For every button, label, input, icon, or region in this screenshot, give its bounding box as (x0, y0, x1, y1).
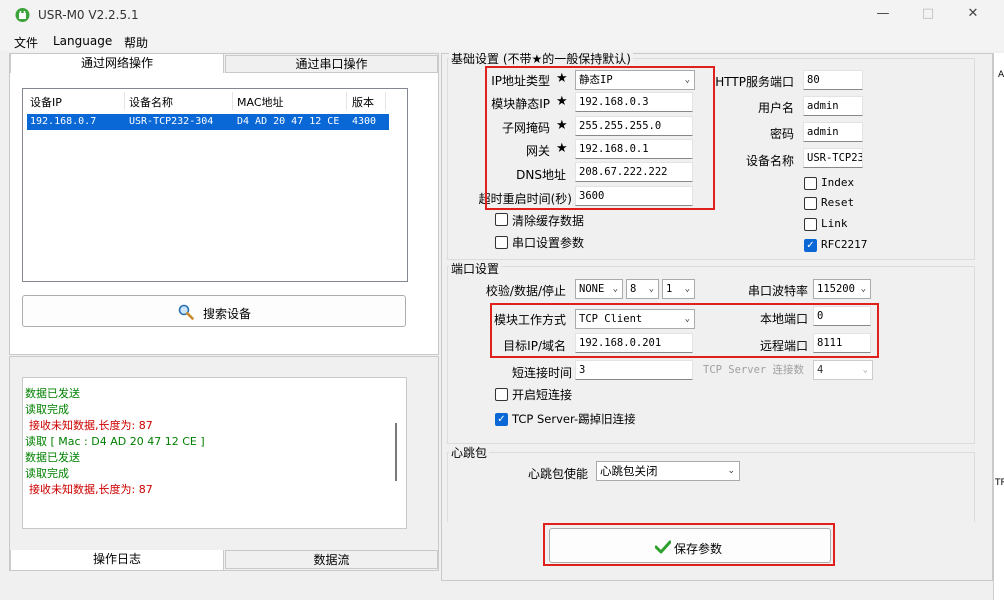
menu-help[interactable]: 帮助 (124, 34, 148, 51)
cell-mac: D4 AD 20 47 12 CE (237, 116, 340, 127)
baud-select[interactable]: 115200 ⌄ (813, 279, 871, 299)
cell-name: USR-TCP232-304 (129, 116, 214, 127)
log-line: 数据已发送 (25, 387, 80, 400)
tab-serial[interactable]: 通过串口操作 (225, 55, 438, 73)
chevron-down-icon: ⌄ (648, 284, 654, 294)
username-label: 用户名 (757, 101, 794, 115)
background-window-text: A (998, 70, 1004, 80)
highlight-box-save (543, 523, 835, 566)
tab-network[interactable]: 通过网络操作 (10, 53, 224, 73)
http-port-input[interactable]: 80 (803, 70, 863, 90)
log-output[interactable]: 数据已发送 读取完成 接收未知数据,长度为: 87 读取 [ Mac : D4 … (22, 377, 407, 529)
device-list[interactable]: 设备IP 设备名称 MAC地址 版本 192.168.0.7 USR-TCP23… (22, 88, 408, 282)
search-devices-button[interactable]: 搜索设备 (22, 295, 406, 327)
clear-cache-checkbox[interactable] (495, 213, 508, 226)
cell-ip: 192.168.0.7 (30, 116, 97, 127)
log-lines: 数据已发送 读取完成 接收未知数据,长度为: 87 读取 [ Mac : D4 … (25, 386, 205, 498)
link-checkbox[interactable] (804, 218, 817, 231)
parity-value: NONE (579, 283, 605, 295)
clear-cache-label: 清除缓存数据 (512, 214, 585, 228)
serial-params-checkbox[interactable] (495, 236, 508, 249)
tcp-server-conn-label: TCP Server 连接数 (703, 364, 805, 376)
menu-bar (0, 31, 1004, 51)
chevron-down-icon: ⌄ (612, 284, 618, 294)
col-header-ip[interactable]: 设备IP (30, 94, 62, 110)
stop-bits-value: 1 (666, 283, 673, 295)
log-line: 接收未知数据,长度为: 87 (29, 419, 153, 432)
chevron-down-icon: ⌄ (862, 365, 868, 375)
rfc2217-checkbox[interactable]: ✓ (804, 239, 817, 252)
tcp-server-conn-select[interactable]: 4 ⌄ (813, 360, 873, 380)
password-label: 密码 (769, 127, 794, 141)
index-checkbox[interactable] (804, 177, 817, 190)
enable-short-conn-label: 开启短连接 (512, 388, 573, 402)
stop-bits-select[interactable]: 1 ⌄ (662, 279, 695, 299)
index-label: Index (821, 176, 855, 189)
tcp-server-conn-value: 4 (817, 364, 824, 376)
close-button[interactable]: ✕ (963, 6, 983, 24)
rfc2217-label: RFC2217 (821, 238, 868, 251)
menu-file[interactable]: 文件 (14, 34, 38, 51)
col-header-mac[interactable]: MAC地址 (237, 94, 284, 110)
reset-checkbox[interactable] (804, 197, 817, 210)
highlight-box-mode (490, 303, 879, 358)
basic-settings-title: 基础设置 (不带★的一般保持默认) (449, 50, 633, 67)
data-bits-value: 8 (630, 283, 637, 295)
heartbeat-title: 心跳包 (449, 444, 490, 461)
background-window-edge (993, 53, 1004, 600)
enable-short-conn-checkbox[interactable] (495, 388, 508, 401)
parity-select[interactable]: NONE ⌄ (575, 279, 623, 299)
baud-label: 串口波特率 (747, 284, 808, 298)
heartbeat-enable-value: 心跳包关闭 (600, 464, 658, 478)
log-line: 读取 [ Mac : D4 AD 20 47 12 CE ] (25, 435, 205, 448)
tab-operation-log[interactable]: 操作日志 (10, 550, 224, 570)
log-line: 读取完成 (25, 403, 69, 416)
username-input[interactable]: admin (803, 96, 863, 116)
port-settings-title: 端口设置 (449, 260, 502, 277)
table-row[interactable]: 192.168.0.7 USR-TCP232-304 D4 AD 20 47 1… (27, 114, 389, 130)
tab-data-stream[interactable]: 数据流 (225, 550, 438, 569)
col-header-version[interactable]: 版本 (352, 94, 374, 110)
log-line: 接收未知数据,长度为: 87 (29, 483, 153, 496)
chevron-down-icon: ⌄ (860, 284, 866, 294)
heartbeat-enable-select[interactable]: 心跳包关闭 ⌄ (596, 461, 740, 481)
log-line: 读取完成 (25, 467, 69, 480)
title-bar (0, 0, 1004, 31)
baud-value: 115200 (817, 283, 855, 295)
serial-params-label: 串口设置参数 (512, 236, 585, 250)
password-input[interactable]: admin (803, 122, 863, 142)
chevron-down-icon: ⌄ (727, 466, 735, 476)
maximize-button[interactable]: □ (918, 6, 938, 24)
short-conn-input[interactable]: 3 (575, 360, 693, 380)
col-header-name[interactable]: 设备名称 (129, 94, 173, 110)
highlight-box-ip (485, 66, 715, 210)
search-icon (178, 304, 194, 320)
short-conn-label: 短连接时间 (511, 366, 572, 380)
device-name-input[interactable]: USR-TCP23 (803, 148, 863, 168)
data-bits-select[interactable]: 8 ⌄ (626, 279, 659, 299)
log-line: 数据已发送 (25, 451, 80, 464)
kick-old-conn-label: TCP Server-踢掉旧连接 (512, 412, 636, 426)
heartbeat-enable-label: 心跳包使能 (527, 467, 588, 481)
background-window-text: TRI (995, 478, 1004, 488)
cell-version: 4300 (352, 116, 377, 127)
window-title: USR-M0 V2.2.5.1 (38, 8, 139, 22)
parity-label: 校验/数据/停止 (485, 284, 566, 298)
device-name-label: 设备名称 (745, 154, 794, 168)
reset-label: Reset (821, 196, 855, 209)
app-logo-icon (15, 8, 30, 22)
minimize-button[interactable]: — (873, 6, 893, 24)
log-scrollbar[interactable] (395, 423, 397, 481)
chevron-down-icon: ⌄ (684, 284, 690, 294)
search-devices-label: 搜索设备 (203, 307, 252, 321)
http-port-label: HTTP服务端口 (715, 75, 794, 89)
kick-old-conn-checkbox[interactable]: ✓ (495, 413, 508, 426)
menu-language[interactable]: Language (53, 34, 112, 48)
link-label: Link (821, 217, 848, 230)
